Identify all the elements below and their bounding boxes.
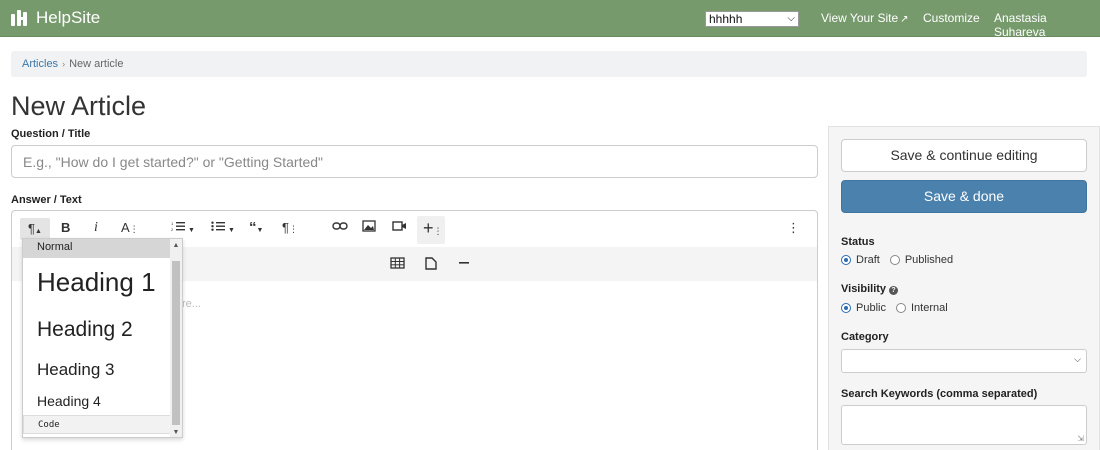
user-menu[interactable]: Anastasia Suhareva <box>994 11 1100 39</box>
paragraph-format-dropdown: Normal Heading 1 Heading 2 Heading 3 Hea… <box>22 238 183 438</box>
logo-icon <box>11 8 31 28</box>
format-option-heading-1[interactable]: Heading 1 <box>23 267 171 298</box>
answer-label: Answer / Text <box>11 194 82 206</box>
ordered-list-icon: 12 <box>171 221 185 232</box>
chevron-down-icon: ⌵ <box>1074 354 1081 364</box>
chevron-down-icon: ⌵ <box>787 13 795 24</box>
visibility-internal-label: Internal <box>910 302 948 314</box>
title-input[interactable]: E.g., "How do I get started?" or "Gettin… <box>11 145 818 178</box>
site-select-value: hhhhh <box>709 12 743 26</box>
visibility-public-label: Public <box>856 302 886 314</box>
horizontal-line-icon <box>459 262 469 264</box>
visibility-public-radio[interactable] <box>841 303 851 313</box>
font-size-label: A <box>121 220 130 235</box>
status-draft-label: Draft <box>856 254 880 266</box>
paragraph-format-label: ¶ <box>28 221 35 236</box>
search-keywords-label: Search Keywords (comma separated) <box>841 388 1038 400</box>
insert-horizontal-line-button[interactable] <box>458 257 470 272</box>
more-options-button[interactable]: ⋮ <box>787 220 800 236</box>
paragraph-format-button[interactable]: ¶▲ <box>20 218 50 240</box>
dots-icon: ⋮ <box>288 224 298 234</box>
helpsite-logo[interactable]: HelpSite <box>11 8 100 28</box>
caret-down-icon: ▼ <box>228 227 235 234</box>
more-insert-button[interactable]: +⋮ <box>417 216 445 244</box>
status-published-label: Published <box>904 254 954 266</box>
editor-placeholder: re... <box>182 298 201 310</box>
paragraph-style-button[interactable]: ¶⋮ <box>282 220 298 237</box>
format-option-heading-4[interactable]: Heading 4 <box>23 393 171 409</box>
link-icon <box>332 222 348 230</box>
category-select[interactable]: ⌵ <box>841 349 1087 373</box>
title-label: Question / Title <box>11 128 91 140</box>
italic-button[interactable]: i <box>94 220 98 236</box>
bold-button[interactable]: B <box>61 220 70 236</box>
insert-table-button[interactable] <box>390 257 405 272</box>
font-size-button[interactable]: A⋮ <box>121 220 139 237</box>
insert-link-button[interactable] <box>332 220 348 236</box>
video-camera-icon <box>392 221 406 231</box>
breadcrumb-separator: › <box>62 59 66 69</box>
external-link-icon: ↗ <box>900 14 909 25</box>
scroll-down-arrow-icon[interactable]: ▼ <box>170 429 182 436</box>
insert-image-button[interactable] <box>362 220 376 236</box>
quote-button[interactable]: “▼ <box>249 220 263 239</box>
breadcrumb-current: New article <box>69 58 124 70</box>
category-label: Category <box>841 331 889 343</box>
dots-icon: ⋮ <box>433 226 443 236</box>
svg-text:1: 1 <box>171 221 174 226</box>
caret-up-icon: ▲ <box>34 228 42 235</box>
format-option-heading-2[interactable]: Heading 2 <box>23 318 171 342</box>
status-radio-group: Draft Published <box>841 254 953 266</box>
dropdown-scrollbar[interactable]: ▲ ▼ <box>170 239 182 437</box>
insert-video-button[interactable] <box>392 220 407 236</box>
format-option-code[interactable]: Code <box>23 415 171 434</box>
customize-link[interactable]: Customize <box>923 11 980 25</box>
top-navbar: HelpSite hhhhh ⌵ View Your Site ↗ Customi… <box>0 0 1100 39</box>
page-title: New Article <box>11 91 147 121</box>
unordered-list-button[interactable]: ▼ <box>211 220 235 239</box>
save-done-button[interactable]: Save & done <box>841 180 1087 213</box>
quote-icon: “ <box>249 219 257 236</box>
pilcrow-icon: ¶ <box>282 220 289 235</box>
site-select[interactable]: hhhhh ⌵ <box>705 11 799 27</box>
article-sidebar: Save & continue editing Save & done Stat… <box>828 126 1100 450</box>
view-your-site-label: View Your Site <box>821 11 899 25</box>
breadcrumb: Articles › New article <box>11 51 1087 77</box>
status-published-radio[interactable] <box>889 255 900 265</box>
scrollbar-thumb[interactable] <box>172 261 180 425</box>
app-name: HelpSite <box>36 8 101 27</box>
save-continue-button[interactable]: Save & continue editing <box>841 139 1087 172</box>
unordered-list-icon <box>211 221 225 231</box>
help-icon[interactable]: ? <box>889 286 899 295</box>
file-icon <box>425 257 437 270</box>
ordered-list-button[interactable]: 1 2 ▼ <box>171 220 195 239</box>
visibility-label: Visibility? <box>841 283 899 295</box>
status-draft-radio[interactable] <box>841 255 851 265</box>
status-label: Status <box>841 236 875 248</box>
visibility-internal-radio[interactable] <box>895 303 906 313</box>
format-option-normal[interactable]: Normal <box>23 239 171 258</box>
view-your-site-link[interactable]: View Your Site ↗ <box>821 11 909 25</box>
plus-icon: + <box>423 218 434 238</box>
visibility-label-text: Visibility <box>841 283 887 295</box>
visibility-radio-group: Public Internal <box>841 302 948 314</box>
svg-text:2: 2 <box>171 227 174 232</box>
scroll-up-arrow-icon[interactable]: ▲ <box>170 242 182 249</box>
caret-down-icon: ▼ <box>188 227 195 234</box>
search-keywords-input[interactable]: ⇲ <box>841 405 1087 445</box>
format-option-heading-3[interactable]: Heading 3 <box>23 360 171 380</box>
breadcrumb-articles-link[interactable]: Articles <box>22 58 58 70</box>
caret-down-icon: ▼ <box>256 227 264 234</box>
insert-file-button[interactable] <box>425 257 437 273</box>
resize-grip-icon[interactable]: ⇲ <box>1077 434 1084 443</box>
font-size-dots-icon: ⋮ <box>129 224 139 234</box>
table-icon <box>390 257 405 269</box>
image-icon <box>362 220 376 232</box>
